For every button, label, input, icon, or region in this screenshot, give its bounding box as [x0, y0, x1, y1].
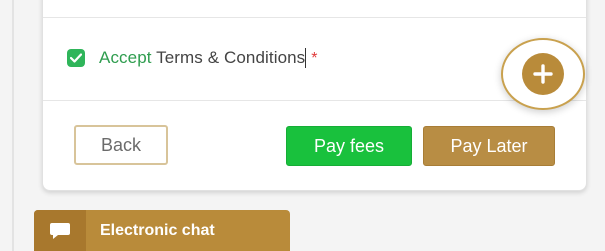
checkmark-icon: [70, 53, 82, 63]
pay-later-button[interactable]: Pay Later: [423, 126, 555, 166]
fab-inner-circle: [522, 53, 564, 95]
terms-checkbox[interactable]: [67, 49, 85, 67]
back-button[interactable]: Back: [74, 125, 168, 165]
electronic-chat-tab[interactable]: Electronic chat: [34, 210, 290, 251]
terms-accept-word: Accept: [99, 47, 152, 67]
required-asterisk: *: [311, 49, 318, 67]
plus-icon: [533, 64, 553, 84]
pay-fees-button[interactable]: Pay fees: [286, 126, 412, 166]
page-left-rule: [12, 0, 14, 251]
terms-label-rest: Terms & Conditions: [151, 47, 306, 67]
chat-bubble-icon: [50, 222, 70, 239]
text-caret: [305, 48, 307, 69]
terms-label[interactable]: Accept Terms & Conditions *: [99, 48, 318, 69]
card-top-divider: [43, 17, 586, 18]
card-actions-divider: [43, 100, 586, 101]
add-fab-button[interactable]: [501, 38, 585, 110]
chat-label: Electronic chat: [100, 221, 215, 239]
terms-row: Accept Terms & Conditions *: [67, 46, 318, 70]
chat-icon-box: [34, 210, 86, 251]
